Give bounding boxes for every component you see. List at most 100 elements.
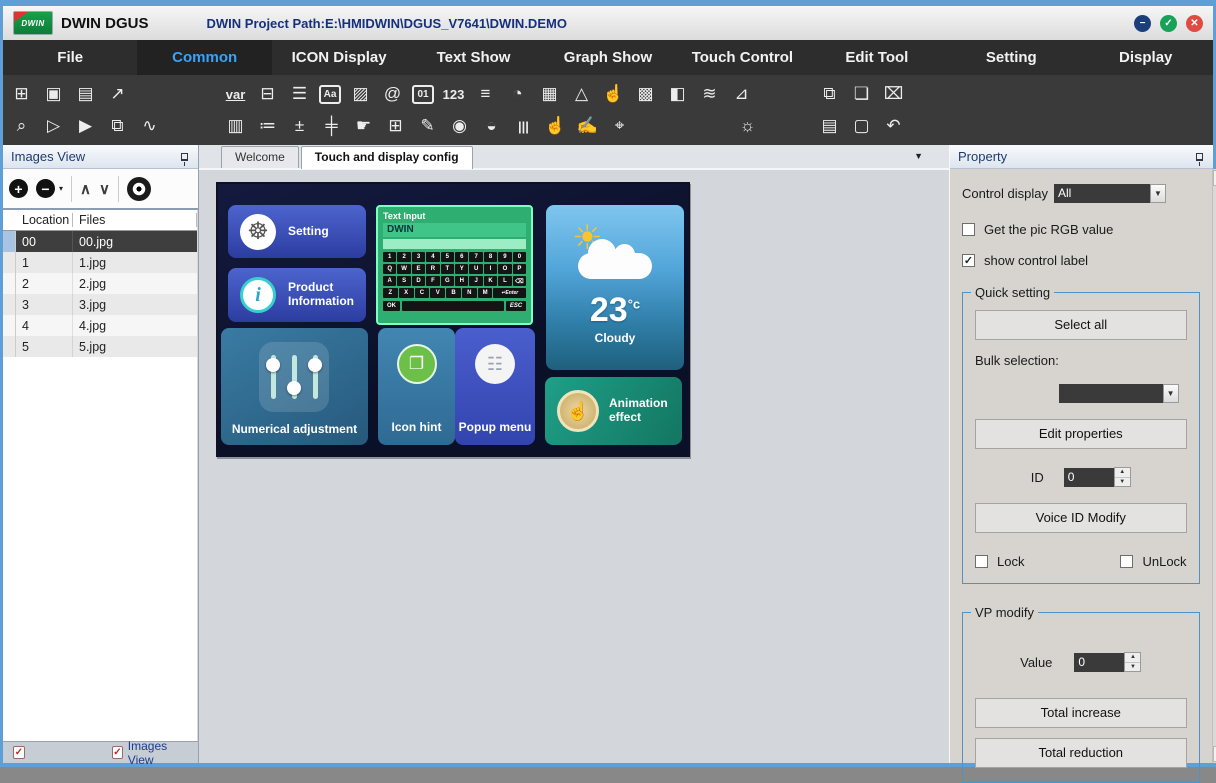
row-selector[interactable] — [3, 336, 16, 357]
file-cell[interactable]: 4.jpg — [73, 315, 197, 336]
select-all-button[interactable]: Select all — [975, 310, 1187, 340]
undo-icon[interactable]: ↶ — [881, 114, 906, 139]
disk-search-icon[interactable]: ◒ — [479, 114, 504, 139]
remove-image-button[interactable]: − — [36, 179, 55, 198]
preview-tile-weather[interactable]: ☀ 23°c Cloudy — [546, 205, 684, 370]
table-row[interactable]: 55.jpg — [3, 336, 197, 357]
table-row[interactable]: 33.jpg — [3, 294, 197, 315]
search-config-icon[interactable]: ⌕ — [9, 114, 34, 139]
menu-graph-show[interactable]: Graph Show — [541, 40, 675, 75]
date-display-icon[interactable]: ▦ — [537, 82, 562, 107]
tab-welcome[interactable]: Welcome — [221, 146, 299, 168]
clock-display-icon[interactable]: ◔ — [505, 82, 530, 107]
picture-icon[interactable]: ▨ — [348, 82, 373, 107]
voice-id-modify-button[interactable]: Voice ID Modify — [975, 503, 1187, 533]
location-cell[interactable]: 3 — [16, 294, 73, 315]
text-scroll-icon[interactable]: ◉ — [447, 114, 472, 139]
bottom-tab-images-view[interactable]: ✓ Images View — [104, 743, 196, 763]
slide-gesture-icon[interactable]: ⌖ — [607, 114, 632, 139]
chevron-down-icon[interactable]: ▼ — [1150, 184, 1166, 203]
move-down-button[interactable]: ∨ — [99, 180, 110, 198]
preview-tile-animation-effect[interactable]: ☝ Animation effect — [545, 377, 682, 445]
file-cell[interactable]: 3.jpg — [73, 294, 197, 315]
preview-tile-numerical-adjustment[interactable]: Numerical adjustment — [221, 328, 368, 445]
lock-checkbox[interactable] — [975, 555, 988, 568]
remove-dropdown-icon[interactable]: ▾ — [59, 184, 63, 193]
location-cell[interactable]: 4 — [16, 315, 73, 336]
pin-icon[interactable] — [181, 153, 188, 161]
table-row[interactable]: 0000.jpg — [3, 231, 197, 252]
show-control-label-checkbox[interactable]: ✓ — [962, 254, 975, 267]
slider-display-icon[interactable]: ☰ — [287, 82, 312, 107]
preview-tile-product-information[interactable]: i Product Information — [228, 268, 366, 322]
trend-curve-icon[interactable]: ⊿ — [729, 82, 754, 107]
qr-code-icon[interactable]: ▩ — [633, 82, 658, 107]
id-value[interactable]: 0 — [1064, 468, 1114, 487]
preview-run-icon[interactable]: ▶ — [73, 114, 98, 139]
menu-file[interactable]: File — [3, 40, 137, 75]
delete-icon[interactable]: ⌧ — [881, 82, 906, 107]
cut-move-icon[interactable]: ❏ — [849, 82, 874, 107]
close-button[interactable]: ✕ — [1186, 15, 1203, 32]
row-selector[interactable] — [3, 231, 16, 252]
paste-special-icon[interactable]: ▢ — [849, 114, 874, 139]
file-cell[interactable]: 1.jpg — [73, 252, 197, 273]
bulk-selection-value[interactable] — [1059, 384, 1163, 403]
table-row[interactable]: 44.jpg — [3, 315, 197, 336]
preview-tile-icon-hint[interactable]: ❐ Icon hint — [378, 328, 455, 445]
text-file-icon[interactable]: ≡ — [473, 82, 498, 107]
menu-touch-control[interactable]: Touch Control — [675, 40, 809, 75]
preview-tile-popup-menu[interactable]: ☷ Popup menu — [455, 328, 535, 445]
menu-common[interactable]: Common — [137, 40, 271, 75]
drag-adjust-icon[interactable]: ╪ — [319, 114, 344, 139]
menu-edit-tool[interactable]: Edit Tool — [810, 40, 944, 75]
save-icon[interactable]: ▣ — [41, 82, 66, 107]
chevron-down-icon[interactable]: ▼ — [1163, 384, 1179, 403]
video-icon[interactable]: ⊟ — [255, 82, 280, 107]
menu-display[interactable]: Display — [1079, 40, 1213, 75]
file-cell[interactable]: 5.jpg — [73, 336, 197, 357]
audio-wave-icon[interactable]: ||| — [511, 114, 536, 139]
row-selector[interactable] — [3, 252, 16, 273]
location-cell[interactable]: 00 — [16, 231, 73, 252]
touch-form-icon[interactable]: ☝ — [601, 82, 626, 107]
art-variable-icon[interactable]: @ — [380, 82, 405, 107]
print-icon[interactable]: ▤ — [73, 82, 98, 107]
screen-preview-icon[interactable]: ⧉ — [105, 114, 130, 139]
file-cell[interactable]: 2.jpg — [73, 273, 197, 294]
get-rgb-checkbox[interactable] — [962, 223, 975, 236]
file-cell[interactable]: 00.jpg — [73, 231, 197, 252]
variable-icon[interactable]: var — [223, 82, 248, 107]
pencil-edit-icon[interactable]: ✎ — [415, 114, 440, 139]
new-file-icon[interactable]: ⊞ — [9, 82, 34, 107]
menu-text-show[interactable]: Text Show — [406, 40, 540, 75]
total-increase-button[interactable]: Total increase — [975, 698, 1187, 728]
add-image-button[interactable]: + — [9, 179, 28, 198]
id-spinner[interactable]: 0 ▲▼ — [1064, 467, 1131, 487]
pin-icon[interactable] — [1196, 153, 1203, 161]
location-cell[interactable]: 5 — [16, 336, 73, 357]
export-icon[interactable]: ↗ — [105, 82, 130, 107]
graphics-icon[interactable]: △ — [569, 82, 594, 107]
control-display-combobox[interactable]: All ▼ — [1054, 184, 1166, 203]
property-scrollbar[interactable]: ▲ ▼ — [1212, 169, 1216, 763]
maximize-button[interactable]: ✓ — [1160, 15, 1177, 32]
preview-tile-setting[interactable]: ☸ Setting — [228, 205, 366, 258]
minimize-button[interactable]: − — [1134, 15, 1151, 32]
row-selector[interactable] — [3, 315, 16, 336]
page-preview-image[interactable]: ☸ Setting i Product Information Text Inp… — [216, 182, 690, 457]
control-display-value[interactable]: All — [1054, 184, 1150, 203]
copy-icon[interactable]: ⧉ — [817, 82, 842, 107]
move-up-button[interactable]: ∧ — [80, 180, 91, 198]
lasso-gesture-icon[interactable]: ✍ — [575, 114, 600, 139]
location-cell[interactable]: 2 — [16, 273, 73, 294]
spinner-arrows[interactable]: ▲▼ — [1114, 467, 1131, 487]
paste-icon[interactable]: ▤ — [817, 114, 842, 139]
preview-tile-text-input[interactable]: Text Input DWIN 1234567890QWERTYUIOPASDF… — [376, 205, 533, 325]
tab-list-dropdown-icon[interactable]: ▼ — [914, 151, 923, 161]
play-icon[interactable]: ▷ — [41, 114, 66, 139]
table-input-icon[interactable]: ⊞ — [383, 114, 408, 139]
curve-icon[interactable]: ∿ — [137, 114, 162, 139]
list-select-icon[interactable]: ≔ — [255, 114, 280, 139]
vp-value[interactable]: 0 — [1074, 653, 1124, 672]
